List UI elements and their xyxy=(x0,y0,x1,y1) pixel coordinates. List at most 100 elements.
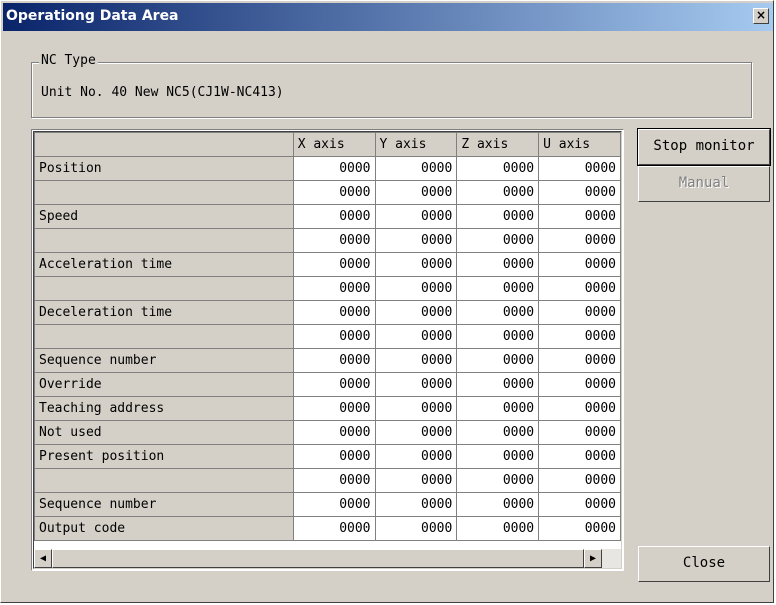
value-cell[interactable]: 0000 xyxy=(456,444,540,469)
value-cell[interactable]: 0000 xyxy=(538,516,621,541)
value-cell[interactable]: 0000 xyxy=(374,228,458,253)
value-cell[interactable]: 0000 xyxy=(538,324,621,349)
value-cell[interactable]: 0000 xyxy=(374,324,458,349)
value-cell[interactable]: 0000 xyxy=(292,276,376,301)
value-cell[interactable]: 0000 xyxy=(456,516,540,541)
table-row: Position 0000 0000 0000 0000 xyxy=(34,156,621,181)
value-cell[interactable]: 0000 xyxy=(456,228,540,253)
header-row: X axis Y axis Z axis U axis xyxy=(34,132,621,157)
table-row: 0000 0000 0000 0000 xyxy=(34,228,621,253)
scrollbar-thumb[interactable] xyxy=(52,549,584,568)
value-cell[interactable]: 0000 xyxy=(292,324,376,349)
value-cell[interactable]: 0000 xyxy=(292,516,376,541)
value-cell[interactable]: 0000 xyxy=(456,396,540,421)
value-cell[interactable]: 0000 xyxy=(538,228,621,253)
value-cell[interactable]: 0000 xyxy=(456,372,540,397)
close-icon[interactable]: × xyxy=(753,8,769,24)
value-cell[interactable]: 0000 xyxy=(456,348,540,373)
value-cell[interactable]: 0000 xyxy=(456,180,540,205)
value-cell[interactable]: 0000 xyxy=(456,420,540,445)
value-cell[interactable]: 0000 xyxy=(292,156,376,181)
row-label: Deceleration time xyxy=(34,300,294,325)
value-cell[interactable]: 0000 xyxy=(374,444,458,469)
value-cell[interactable]: 0000 xyxy=(374,468,458,493)
value-cell[interactable]: 0000 xyxy=(538,276,621,301)
horizontal-scrollbar[interactable]: ◀ ▶ xyxy=(34,549,621,568)
row-label xyxy=(34,180,294,205)
value-cell[interactable]: 0000 xyxy=(456,324,540,349)
value-cell[interactable]: 0000 xyxy=(292,492,376,517)
value-cell[interactable]: 0000 xyxy=(374,180,458,205)
value-cell[interactable]: 0000 xyxy=(292,444,376,469)
row-label xyxy=(34,228,294,253)
manual-button[interactable]: Manual xyxy=(638,166,770,202)
table-row: 0000 0000 0000 0000 xyxy=(34,180,621,205)
value-cell[interactable]: 0000 xyxy=(292,252,376,277)
column-header-y-axis[interactable]: Y axis xyxy=(374,132,458,157)
arrow-right-icon[interactable]: ▶ xyxy=(584,549,602,568)
value-cell[interactable]: 0000 xyxy=(538,468,621,493)
value-cell[interactable]: 0000 xyxy=(538,300,621,325)
value-cell[interactable]: 0000 xyxy=(292,468,376,493)
value-cell[interactable]: 0000 xyxy=(538,396,621,421)
value-cell[interactable]: 0000 xyxy=(374,516,458,541)
value-cell[interactable]: 0000 xyxy=(538,348,621,373)
row-label: Output code xyxy=(34,516,294,541)
value-cell[interactable]: 0000 xyxy=(374,252,458,277)
close-button[interactable]: Close xyxy=(638,546,770,582)
value-cell[interactable]: 0000 xyxy=(456,156,540,181)
table-row: Acceleration time 0000 0000 0000 0000 xyxy=(34,252,621,277)
column-header-u-axis[interactable]: U axis xyxy=(538,132,621,157)
value-cell[interactable]: 0000 xyxy=(456,276,540,301)
value-cell[interactable]: 0000 xyxy=(538,372,621,397)
data-grid-frame: X axis Y axis Z axis U axis Position 0000… xyxy=(31,129,624,571)
table-row: Present position 0000 0000 0000 0000 xyxy=(34,444,621,469)
value-cell[interactable]: 0000 xyxy=(374,348,458,373)
value-cell[interactable]: 0000 xyxy=(456,468,540,493)
value-cell[interactable]: 0000 xyxy=(374,204,458,229)
value-cell[interactable]: 0000 xyxy=(374,396,458,421)
corner-cell xyxy=(34,132,294,157)
value-cell[interactable]: 0000 xyxy=(374,372,458,397)
value-cell[interactable]: 0000 xyxy=(374,276,458,301)
column-header-z-axis[interactable]: Z axis xyxy=(456,132,540,157)
value-cell[interactable]: 0000 xyxy=(292,396,376,421)
value-cell[interactable]: 0000 xyxy=(374,156,458,181)
operating-data-dialog: Operationg Data Area × NC Type Unit No. … xyxy=(0,0,774,603)
value-cell[interactable]: 0000 xyxy=(292,180,376,205)
value-cell[interactable]: 0000 xyxy=(538,204,621,229)
value-cell[interactable]: 0000 xyxy=(538,420,621,445)
value-cell[interactable]: 0000 xyxy=(292,228,376,253)
row-label xyxy=(34,276,294,301)
column-header-x-axis[interactable]: X axis xyxy=(292,132,376,157)
row-label: Sequence number xyxy=(34,492,294,517)
value-cell[interactable]: 0000 xyxy=(456,204,540,229)
row-label: Teaching address xyxy=(34,396,294,421)
value-cell[interactable]: 0000 xyxy=(292,420,376,445)
table-row: Override 0000 0000 0000 0000 xyxy=(34,372,621,397)
arrow-left-icon[interactable]: ◀ xyxy=(34,549,52,568)
value-cell[interactable]: 0000 xyxy=(374,300,458,325)
value-cell[interactable]: 0000 xyxy=(538,444,621,469)
value-cell[interactable]: 0000 xyxy=(292,300,376,325)
value-cell[interactable]: 0000 xyxy=(538,252,621,277)
value-cell[interactable]: 0000 xyxy=(538,180,621,205)
value-cell[interactable]: 0000 xyxy=(374,492,458,517)
value-cell[interactable]: 0000 xyxy=(456,300,540,325)
value-cell[interactable]: 0000 xyxy=(456,492,540,517)
title-bar[interactable]: Operationg Data Area × xyxy=(3,3,773,31)
value-cell[interactable]: 0000 xyxy=(374,420,458,445)
row-label: Speed xyxy=(34,204,294,229)
table-row: Sequence number 0000 0000 0000 0000 xyxy=(34,348,621,373)
value-cell[interactable]: 0000 xyxy=(292,348,376,373)
value-cell[interactable]: 0000 xyxy=(292,372,376,397)
table-row: Deceleration time 0000 0000 0000 0000 xyxy=(34,300,621,325)
row-label xyxy=(34,468,294,493)
value-cell[interactable]: 0000 xyxy=(538,156,621,181)
stop-monitor-button[interactable]: Stop monitor xyxy=(637,128,771,166)
value-cell[interactable]: 0000 xyxy=(292,204,376,229)
data-grid[interactable]: X axis Y axis Z axis U axis Position 0000… xyxy=(33,131,622,569)
row-label: Position xyxy=(34,156,294,181)
value-cell[interactable]: 0000 xyxy=(538,492,621,517)
value-cell[interactable]: 0000 xyxy=(456,252,540,277)
